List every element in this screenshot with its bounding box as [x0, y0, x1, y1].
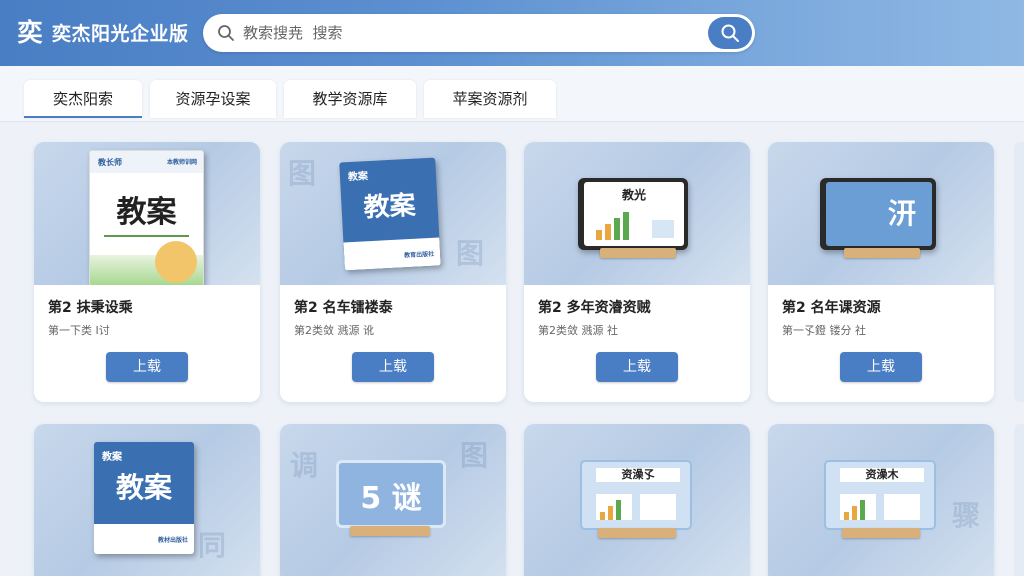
screen-title: 5 谜 — [360, 481, 422, 516]
book-publisher: 教材出版社 — [157, 537, 188, 544]
book-badge: 教案 — [102, 452, 122, 463]
upload-button[interactable]: 上载 — [106, 352, 188, 382]
resource-grid: 教长师 本教师训网 教案 第2 抹秉设乘 第一下类 I讨 上载 图 图 教案 教… — [0, 122, 1024, 576]
card-thumbnail: 资澡孓 — [524, 424, 750, 576]
card-subtitle: 第2类敛 溅源 讹 — [294, 324, 374, 337]
resource-card[interactable]: 教长师 本教师训网 教案 第2 抹秉设乘 第一下类 I讨 上载 — [34, 142, 260, 402]
book-cover-image: 教案 教案 教材出版社 — [94, 442, 194, 554]
resource-card[interactable]: 图 图 教案 教案 教育出版社 第2 名车镭褛泰 第2类敛 溅源 讹 上载 — [280, 142, 506, 402]
panel-image: 资澡木 — [824, 460, 936, 530]
book-badge: 教长师 — [98, 158, 122, 167]
screen-title: 汧 — [887, 197, 916, 230]
book-title: 教案 — [362, 190, 417, 224]
card-title: 第2 名车镭褛泰 — [294, 300, 393, 316]
book-title: 教案 — [116, 195, 177, 230]
search-icon — [721, 24, 739, 42]
tab-plan-resources[interactable]: 苹案资源剂 — [424, 80, 556, 118]
card-thumbnail: 图 图 教案 教案 教育出版社 — [280, 142, 506, 285]
panel-image: 5 谜 — [336, 460, 446, 528]
app-title: 奕杰阳光企业版 — [52, 23, 189, 45]
tablet-device-image: 汧 — [820, 178, 936, 250]
book-cover-image: 教长师 本教师训网 教案 — [89, 150, 204, 285]
resource-card[interactable]: 教光 第2 多年资濬资贼 第2类敛 溅源 社 上载 — [524, 142, 750, 402]
book-cover-image: 教案 教案 教育出版社 — [339, 157, 441, 271]
resource-card[interactable]: 同 教案 教案 教材出版社 — [34, 424, 260, 576]
app-logo-icon[interactable]: 奕 — [14, 17, 46, 49]
card-thumbnail: 同 教案 教案 教材出版社 — [34, 424, 260, 576]
next-card-edge — [1014, 142, 1024, 402]
card-title: 第2 抹秉设乘 — [48, 300, 133, 316]
card-subtitle: 第2类敛 溅源 社 — [538, 324, 618, 337]
screen-title: 资澡木 — [840, 468, 924, 482]
screen-title: 教光 — [621, 188, 646, 202]
card-thumbnail: 教长师 本教师训网 教案 — [34, 142, 260, 285]
upload-button[interactable]: 上载 — [840, 352, 922, 382]
tab-home[interactable]: 奕杰阳索 — [24, 80, 142, 118]
panel-image: 资澡孓 — [580, 460, 692, 530]
book-title: 教案 — [115, 471, 172, 504]
book-badge: 教案 — [347, 171, 369, 184]
card-title: 第2 多年资濬资贼 — [538, 300, 651, 316]
card-subtitle: 第一孓鐙 镂分 社 — [782, 324, 866, 337]
card-thumbnail: 骤 资澡木 — [768, 424, 994, 576]
tab-bar: 奕杰阳索 资源孕设案 教学资源库 苹案资源剂 — [0, 66, 1024, 122]
card-title: 第2 名年课资源 — [782, 300, 881, 316]
card-thumbnail: 调 图 5 谜 — [280, 424, 506, 576]
search-input[interactable] — [243, 22, 703, 44]
search-button[interactable] — [708, 17, 752, 49]
next-card-edge — [1014, 424, 1024, 576]
search-icon — [218, 25, 234, 41]
tablet-device-image: 教光 — [578, 178, 688, 250]
resource-card[interactable]: 调 图 5 谜 — [280, 424, 506, 576]
book-publisher: 教育出版社 — [404, 250, 435, 260]
resource-card[interactable]: 资澡孓 — [524, 424, 750, 576]
card-subtitle: 第一下类 I讨 — [48, 324, 110, 337]
tab-resource-design[interactable]: 资源孕设案 — [150, 80, 276, 118]
resource-card[interactable]: 骤 资澡木 — [768, 424, 994, 576]
card-thumbnail: 教光 — [524, 142, 750, 285]
app-header: 奕 奕杰阳光企业版 — [0, 0, 1024, 66]
search-bar — [203, 14, 755, 52]
card-thumbnail: 汧 — [768, 142, 994, 285]
tab-teaching-library[interactable]: 教学资源库 — [284, 80, 416, 118]
screen-title: 资澡孓 — [596, 468, 680, 482]
upload-button[interactable]: 上载 — [352, 352, 434, 382]
resource-card[interactable]: 汧 第2 名年课资源 第一孓鐙 镂分 社 上载 — [768, 142, 994, 402]
book-publisher: 本教师训网 — [166, 159, 197, 166]
upload-button[interactable]: 上载 — [596, 352, 678, 382]
